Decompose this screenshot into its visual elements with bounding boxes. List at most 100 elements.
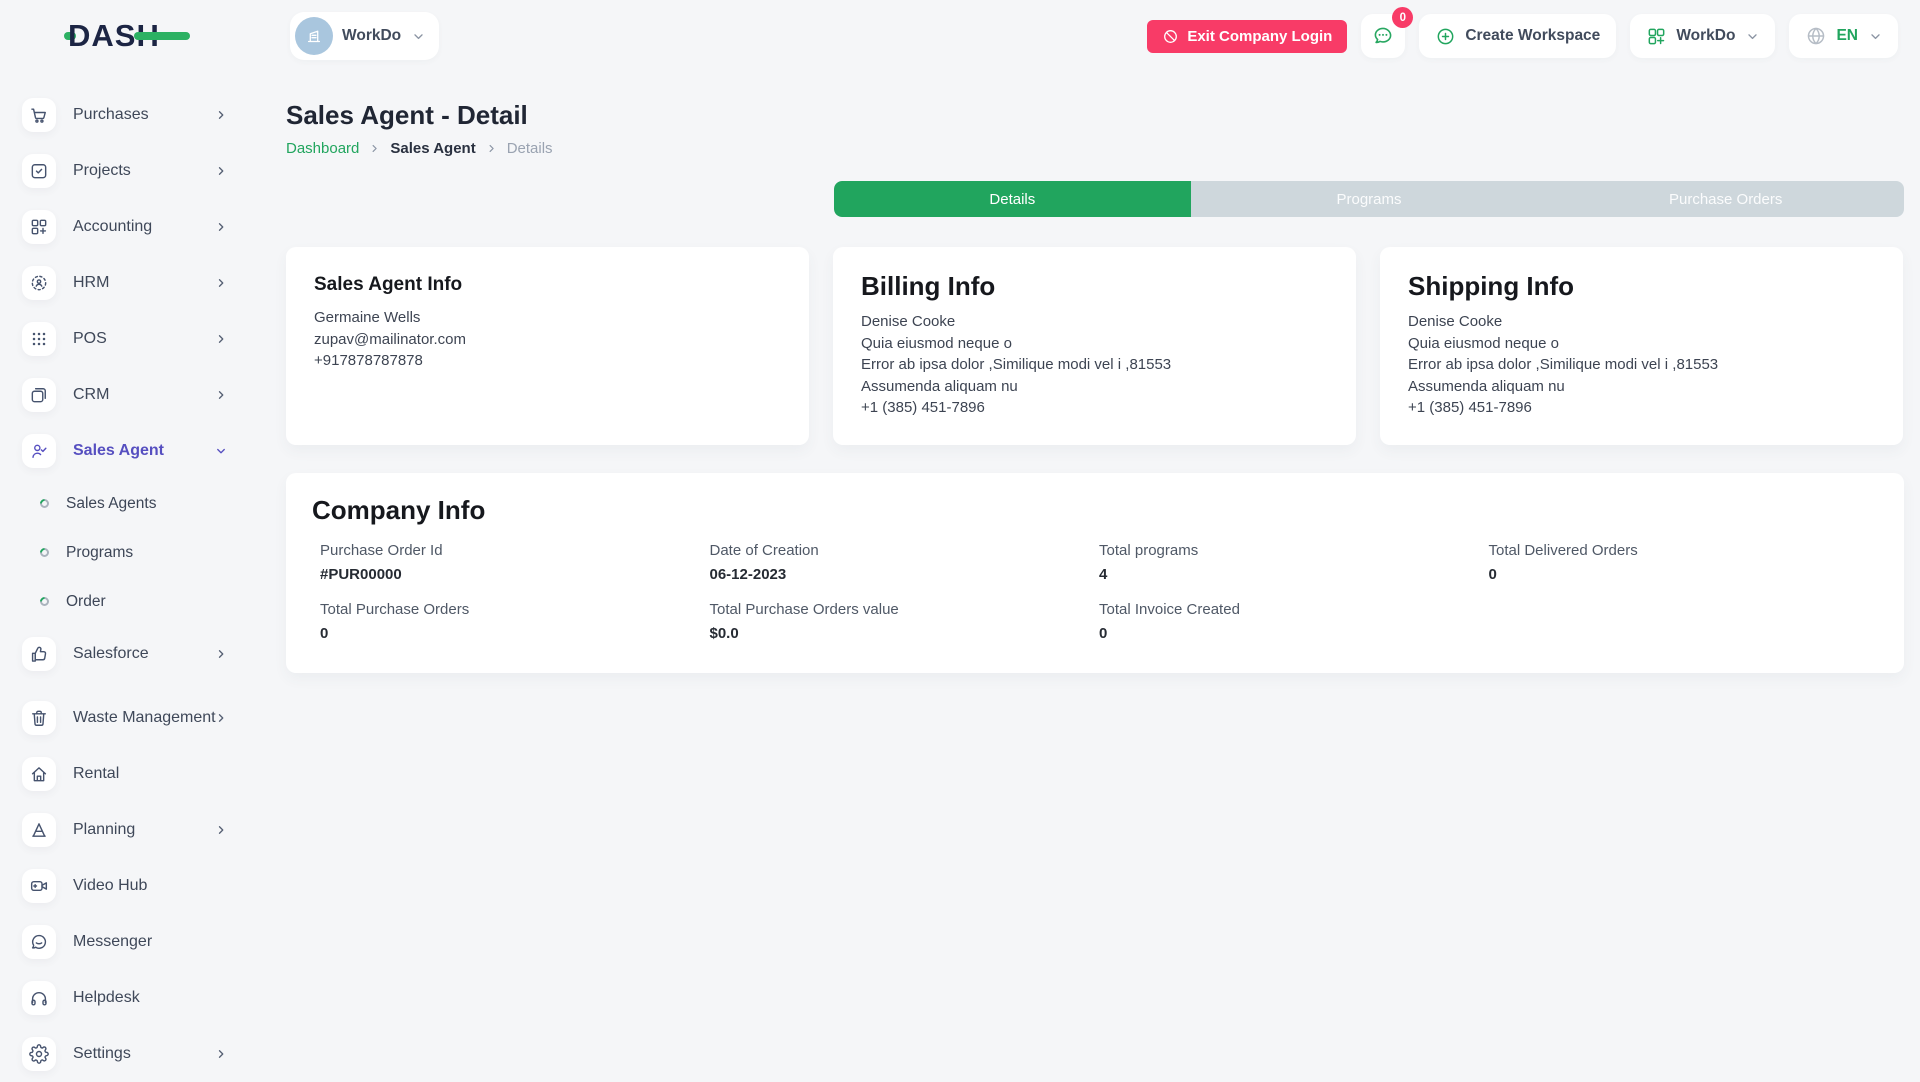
company-field-total-invoice-created: Total Invoice Created 0	[1099, 600, 1489, 645]
sidebar-subitem-programs[interactable]: Programs	[0, 528, 260, 577]
company-field-purchase-order-id: Purchase Order Id #PUR00000	[320, 541, 710, 586]
scan-user-icon	[22, 266, 56, 300]
top-header: DASH WorkDo Exit Company Login 0	[0, 0, 1920, 72]
workspace-name: WorkDo	[342, 27, 401, 45]
chevron-right-icon	[215, 389, 227, 401]
sidebar-item-video-hub[interactable]: Video Hub	[0, 858, 260, 914]
sidebar-nav: Purchases Projects Accounting HRM POS CR…	[0, 87, 260, 1082]
cart-icon	[22, 98, 56, 132]
info-line: +917878787878	[314, 350, 781, 372]
bullet-icon	[38, 546, 51, 559]
field-value: 0	[1099, 623, 1489, 645]
sidebar-item-sales-agent[interactable]: Sales Agent	[0, 423, 260, 479]
company-field-total-purchase-orders-value: Total Purchase Orders value $0.0	[710, 600, 1100, 645]
ruler-a-icon	[22, 813, 56, 847]
sidebar-item-rental[interactable]: Rental	[0, 746, 260, 802]
sidebar-subitem-order[interactable]: Order	[0, 577, 260, 626]
company-info-card: Company Info Purchase Order Id #PUR00000…	[286, 473, 1904, 673]
trash-icon	[22, 701, 56, 735]
field-value: 0	[1489, 564, 1879, 586]
bullet-icon	[38, 595, 51, 608]
sidebar-item-accounting[interactable]: Accounting	[0, 199, 260, 255]
field-value: 0	[320, 623, 710, 645]
tab-details[interactable]: Details	[834, 181, 1191, 217]
breadcrumb-item-dashboard[interactable]: Dashboard	[286, 140, 359, 157]
message-icon	[22, 925, 56, 959]
sales-agent-info-card: Sales Agent Info Germaine Wellszupav@mai…	[286, 247, 809, 445]
chevron-right-icon	[215, 165, 227, 177]
logo-accent-bar	[134, 32, 190, 40]
breadcrumb-item-sales-agent[interactable]: Sales Agent	[390, 140, 475, 157]
breadcrumb-item-details: Details	[507, 140, 553, 157]
chevron-right-icon	[215, 712, 227, 724]
card-title: Company Info	[312, 495, 1878, 526]
gear-icon	[22, 1037, 56, 1071]
chevron-right-icon	[215, 648, 227, 660]
home-icon	[22, 757, 56, 791]
sidebar-item-helpdesk[interactable]: Helpdesk	[0, 970, 260, 1026]
sidebar-item-planning[interactable]: Planning	[0, 802, 260, 858]
company-field-date-of-creation: Date of Creation 06-12-2023	[710, 541, 1100, 586]
layout-plus-icon	[22, 210, 56, 244]
card-title: Shipping Info	[1408, 271, 1875, 302]
field-label: Total Purchase Orders	[320, 600, 710, 620]
workdo-menu-button[interactable]: WorkDo	[1630, 14, 1775, 58]
sidebar-item-pos[interactable]: POS	[0, 311, 260, 367]
messages-button[interactable]: 0	[1361, 14, 1405, 58]
info-line: Denise Cooke	[861, 311, 1328, 333]
sidebar-item-salesforce[interactable]: Salesforce	[0, 626, 260, 682]
company-field-total-delivered-orders: Total Delivered Orders 0	[1489, 541, 1879, 586]
create-workspace-button[interactable]: Create Workspace	[1419, 14, 1616, 58]
chevron-right-icon	[215, 824, 227, 836]
info-cards-row: Sales Agent Info Germaine Wellszupav@mai…	[286, 247, 1904, 445]
app-logo[interactable]: DASH	[68, 18, 192, 54]
chat-icon	[1371, 24, 1395, 48]
video-icon	[22, 869, 56, 903]
sidebar-item-messenger[interactable]: Messenger	[0, 914, 260, 970]
card-lines: Denise CookeQuia eiusmod neque oError ab…	[1408, 311, 1875, 419]
field-label: Purchase Order Id	[320, 541, 710, 561]
language-selector[interactable]: EN	[1789, 14, 1898, 58]
info-line: +1 (385) 451-7896	[1408, 397, 1875, 419]
check-square-icon	[22, 154, 56, 188]
exit-company-login-button[interactable]: Exit Company Login	[1147, 20, 1347, 53]
field-label: Date of Creation	[710, 541, 1100, 561]
sidebar-item-purchases[interactable]: Purchases	[0, 87, 260, 143]
dots-grid-icon	[22, 322, 56, 356]
plus-circle-icon	[1435, 26, 1456, 47]
info-line: Denise Cooke	[1408, 311, 1875, 333]
breadcrumb: Dashboard Sales Agent Details	[286, 140, 1904, 157]
info-line: Assumenda aliquam nu	[861, 376, 1328, 398]
info-line: Quia eiusmod neque o	[861, 333, 1328, 355]
sidebar-item-waste-management[interactable]: Waste Management	[0, 690, 260, 746]
sidebar-item-hrm[interactable]: HRM	[0, 255, 260, 311]
field-value: 06-12-2023	[710, 564, 1100, 586]
bullet-icon	[38, 497, 51, 510]
chevron-down-icon	[412, 30, 425, 43]
grid-plus-icon	[1646, 26, 1667, 47]
card-lines: Germaine Wellszupav@mailinator.com+91787…	[314, 307, 781, 372]
chevron-right-icon	[215, 221, 227, 233]
tab-purchase-orders[interactable]: Purchase Orders	[1547, 181, 1904, 217]
sidebar-item-settings[interactable]: Settings	[0, 1026, 260, 1082]
chevron-right-icon	[369, 143, 380, 154]
billing-info-card: Billing Info Denise CookeQuia eiusmod ne…	[833, 247, 1356, 445]
info-line: Error ab ipsa dolor ,Similique modi vel …	[1408, 354, 1875, 376]
page-title: Sales Agent - Detail	[286, 100, 1904, 131]
detail-tabs: DetailsProgramsPurchase Orders	[834, 181, 1904, 217]
chevron-down-icon	[1869, 30, 1882, 43]
tab-programs[interactable]: Programs	[1191, 181, 1548, 217]
field-label: Total Invoice Created	[1099, 600, 1489, 620]
chevron-right-icon	[215, 109, 227, 121]
workspace-switcher[interactable]: WorkDo	[290, 12, 439, 60]
sidebar: Purchases Projects Accounting HRM POS CR…	[0, 72, 260, 1080]
sidebar-item-projects[interactable]: Projects	[0, 143, 260, 199]
sidebar-item-crm[interactable]: CRM	[0, 367, 260, 423]
field-label: Total programs	[1099, 541, 1489, 561]
info-line: Germaine Wells	[314, 307, 781, 329]
chevron-down-icon	[1746, 30, 1759, 43]
main-content: Sales Agent - Detail Dashboard Sales Agen…	[286, 72, 1904, 673]
sidebar-subitem-sales-agents[interactable]: Sales Agents	[0, 479, 260, 528]
field-label: Total Delivered Orders	[1489, 541, 1879, 561]
field-value: $0.0	[710, 623, 1100, 645]
